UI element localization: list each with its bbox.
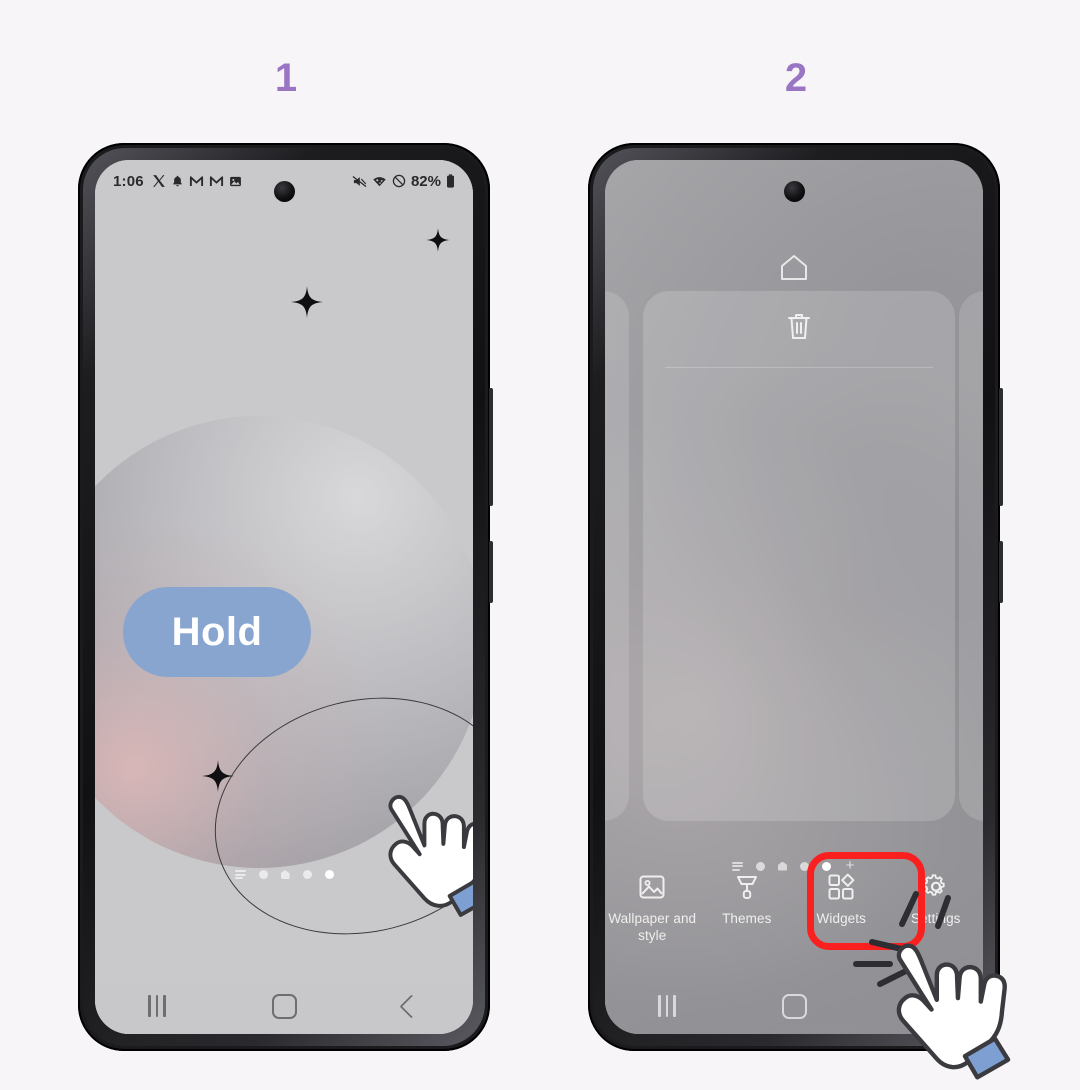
- status-bar-clock: 1:06: [113, 172, 144, 190]
- themes-brush-icon: [736, 876, 757, 899]
- tap-burst-lines: [853, 891, 951, 987]
- front-camera: [274, 181, 295, 202]
- gmail-icon: [209, 175, 224, 187]
- sparkle-star-icon: [426, 228, 450, 252]
- page-dot[interactable]: [302, 870, 312, 879]
- home-screen-preview-center[interactable]: [643, 291, 955, 821]
- home-icon[interactable]: [781, 993, 807, 1019]
- battery-percent-label: 82%: [410, 172, 441, 190]
- wallpaper-icon: [639, 875, 665, 899]
- photo-icon: [229, 175, 242, 188]
- page-list-icon[interactable]: [234, 870, 246, 879]
- battery-icon: [446, 174, 455, 188]
- home-page-dot[interactable]: [280, 870, 290, 879]
- wifi-icon: [372, 175, 387, 188]
- tutorial-stage: 1 2 1:06 82% Hold + Wallpaper and style …: [0, 0, 1080, 1080]
- recents-icon[interactable]: [658, 995, 676, 1017]
- toolbar-label: Wallpaper and style: [608, 911, 697, 943]
- notification-bell-icon: [171, 174, 184, 188]
- step-number-1: 1: [274, 56, 298, 100]
- home-icon[interactable]: [271, 993, 297, 1019]
- do-not-disturb-icon: [392, 174, 406, 188]
- gmail-icon: [189, 175, 204, 187]
- home-outline-icon[interactable]: [778, 253, 810, 281]
- trash-icon[interactable]: [786, 311, 812, 341]
- home-screen-preview-right[interactable]: [959, 291, 983, 821]
- phone-mockup-step-1: 1:06 82% Hold: [78, 143, 493, 1051]
- mute-icon: [352, 175, 367, 188]
- phone-bezel: 1:06 82% Hold: [83, 148, 485, 1046]
- preview-divider: [665, 367, 933, 368]
- toolbar-item-themes[interactable]: Themes: [701, 872, 793, 928]
- x-app-icon: [152, 174, 166, 188]
- power-button-phone-2[interactable]: [999, 541, 1003, 603]
- volume-button-phone-2[interactable]: [999, 388, 1003, 506]
- phone-1-screen: 1:06 82% Hold: [95, 160, 473, 1034]
- sparkle-star-icon: [291, 286, 323, 318]
- status-bar-left-group: 1:06: [113, 173, 242, 190]
- hold-gesture-label: Hold: [123, 587, 311, 677]
- front-camera: [784, 181, 805, 202]
- step-number-2: 2: [784, 56, 808, 100]
- status-bar-right-group: 82%: [352, 173, 455, 190]
- volume-button-phone-1[interactable]: [489, 388, 493, 506]
- recents-icon[interactable]: [148, 995, 166, 1017]
- back-icon[interactable]: [399, 993, 424, 1019]
- toolbar-item-wallpaper-and-style[interactable]: Wallpaper and style: [606, 872, 698, 944]
- page-indicator-phone-1[interactable]: [95, 870, 473, 879]
- home-screen-preview-left[interactable]: [605, 291, 629, 821]
- power-button-phone-1[interactable]: [489, 541, 493, 603]
- navigation-bar-phone-1: [95, 978, 473, 1034]
- hold-label-text: Hold: [171, 609, 263, 654]
- page-dot-active[interactable]: [324, 870, 334, 879]
- toolbar-label: Themes: [722, 911, 772, 926]
- page-dot[interactable]: [258, 870, 268, 879]
- sparkle-star-icon: [202, 760, 234, 792]
